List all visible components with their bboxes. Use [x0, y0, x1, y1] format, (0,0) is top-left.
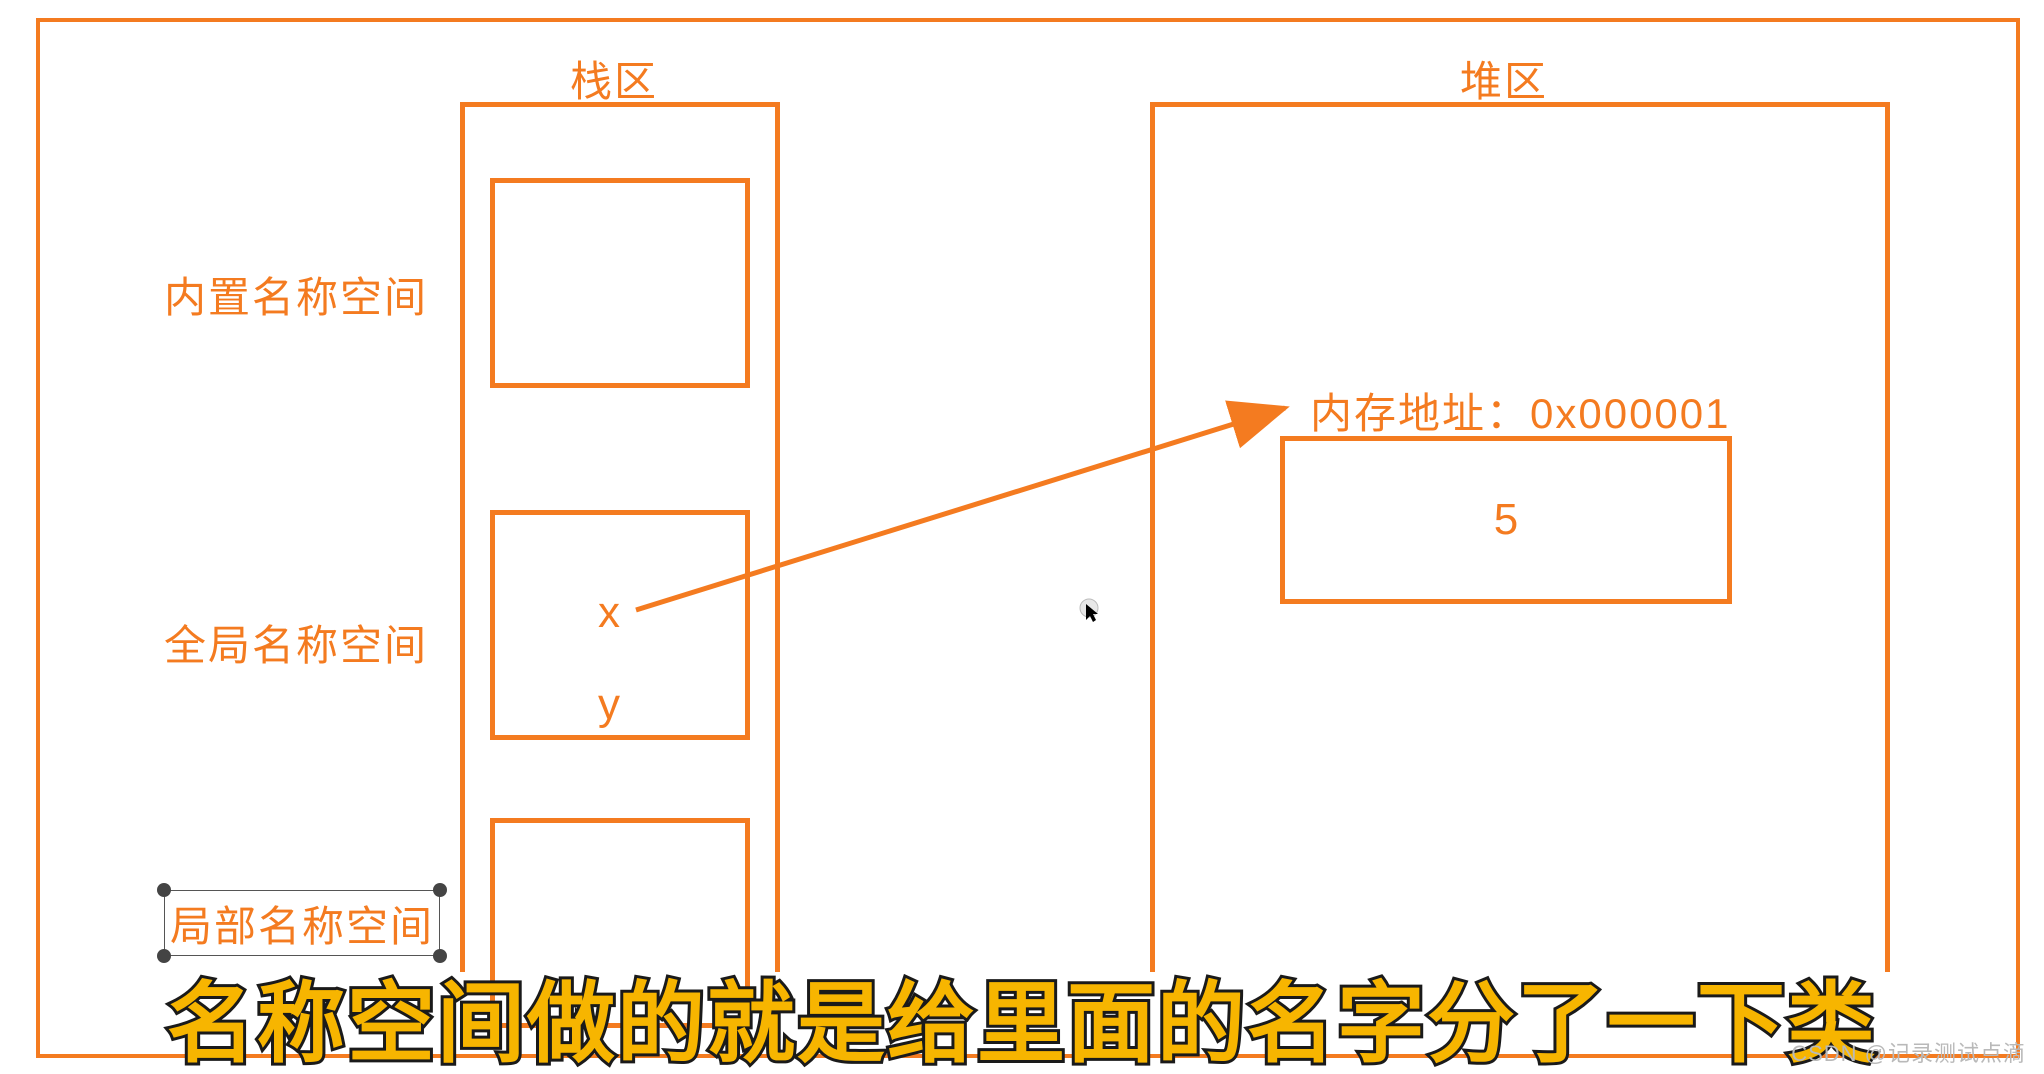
- mouse-cursor-icon: [1075, 598, 1103, 626]
- variable-x: x: [598, 588, 620, 638]
- memory-value: 5: [1494, 495, 1518, 545]
- global-namespace-label: 全局名称空间: [164, 612, 428, 673]
- local-namespace-label: 局部名称空间: [170, 893, 434, 954]
- memory-address-label: 内存地址：0x000001: [1310, 380, 1731, 441]
- caption-text: 名称空间做的就是给里面的名字分了一下类: [167, 974, 1877, 1073]
- resize-handle-icon[interactable]: [157, 883, 171, 897]
- variable-y: y: [598, 680, 620, 730]
- local-namespace-label-box[interactable]: 局部名称空间: [164, 890, 440, 956]
- resize-handle-icon[interactable]: [433, 949, 447, 963]
- watermark: CSDN @记录测试点滴: [1791, 1036, 2026, 1068]
- heap-title: 堆区: [1460, 48, 1548, 109]
- caption-bar: 名称空间做的就是给里面的名字分了一下类: [0, 978, 2044, 1070]
- resize-handle-icon[interactable]: [157, 949, 171, 963]
- resize-handle-icon[interactable]: [433, 883, 447, 897]
- builtin-namespace-box: [490, 178, 750, 388]
- stack-title: 栈区: [570, 48, 658, 109]
- memory-value-box: 5: [1280, 436, 1732, 604]
- builtin-namespace-label: 内置名称空间: [164, 264, 428, 325]
- global-namespace-box: [490, 510, 750, 740]
